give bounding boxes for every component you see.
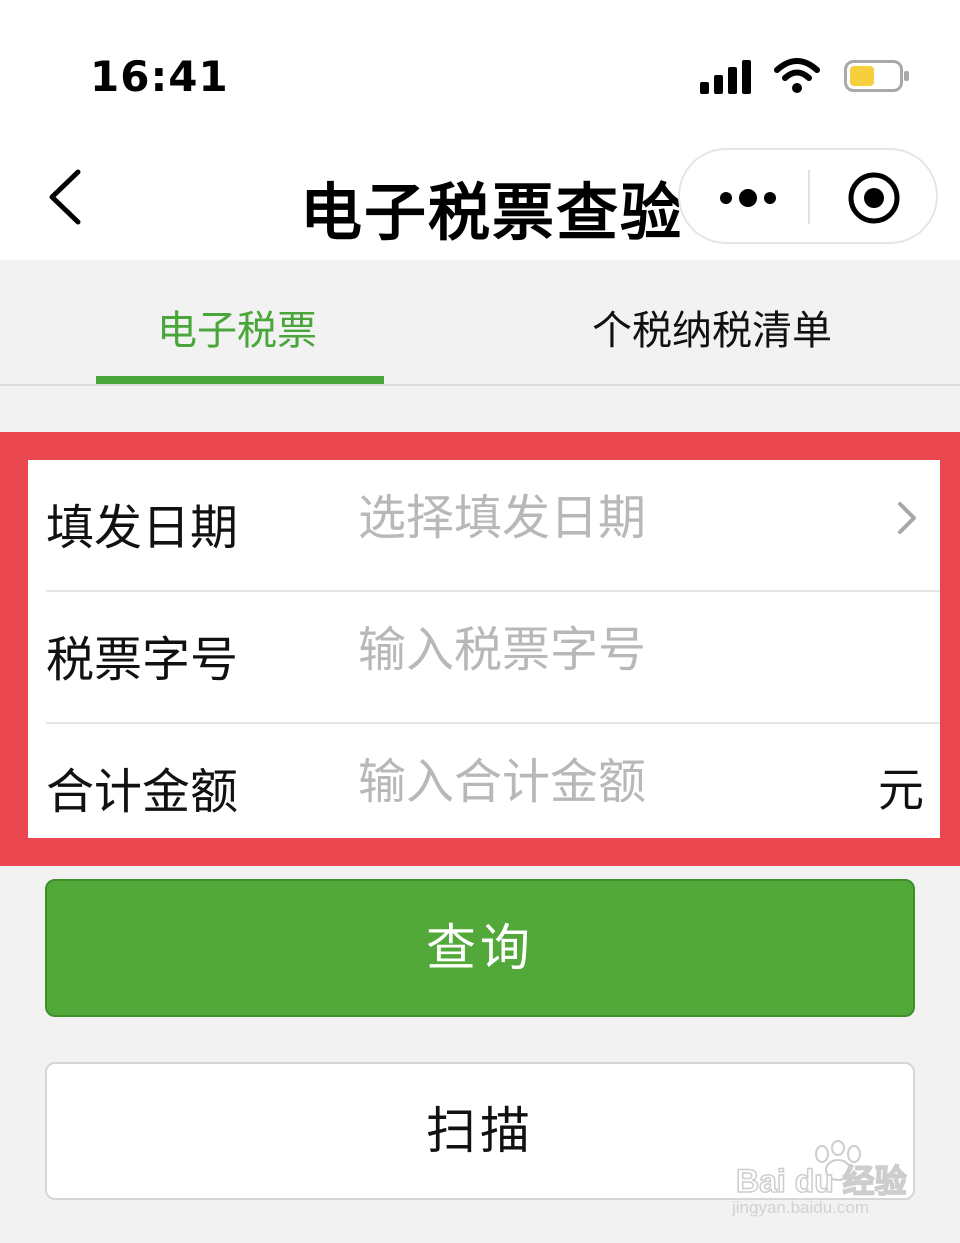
active-tab-indicator — [96, 376, 384, 384]
currency-unit: 元 — [878, 763, 924, 817]
nav-bar: 电子税票查验 — [0, 140, 960, 260]
wifi-icon — [774, 58, 820, 93]
back-icon[interactable] — [40, 164, 100, 230]
date-label: 填发日期 — [46, 500, 239, 556]
number-row: 税票字号 — [28, 592, 940, 724]
status-bar: 16:41 — [0, 0, 960, 140]
watermark-url: jingyan.baidu.com — [732, 1198, 870, 1217]
chevron-right-icon[interactable] — [894, 498, 920, 538]
battery-icon — [844, 60, 909, 92]
date-picker-field[interactable] — [358, 484, 858, 552]
watermark-logo: Bai du 经验 — [735, 1162, 907, 1200]
amount-label: 合计金额 — [46, 764, 239, 820]
total-amount-input[interactable] — [358, 748, 858, 816]
miniprogram-capsule — [678, 148, 938, 244]
date-row[interactable]: 填发日期 — [28, 460, 940, 592]
capsule-divider — [808, 170, 810, 224]
number-label: 税票字号 — [46, 632, 239, 688]
more-icon[interactable] — [716, 176, 780, 220]
status-time: 16:41 — [90, 52, 229, 101]
verification-form: 填发日期 税票字号 合计金额 元 — [28, 460, 940, 838]
signal-icon — [700, 58, 754, 94]
close-miniprogram-icon[interactable] — [846, 170, 902, 226]
query-button[interactable]: 查询 — [45, 879, 915, 1017]
amount-row: 合计金额 元 — [28, 724, 940, 856]
tab-bar: 电子税票 个税纳税清单 — [0, 260, 960, 386]
baidu-jingyan-watermark: Bai du 经验 jingyan.baidu.com — [730, 1140, 920, 1224]
tab-tax-payment-list[interactable]: 个税纳税清单 — [592, 298, 832, 356]
receipt-number-input[interactable] — [358, 616, 858, 684]
page-title: 电子税票查验 — [300, 176, 685, 249]
tab-electronic-tax-receipt[interactable]: 电子税票 — [157, 298, 317, 356]
